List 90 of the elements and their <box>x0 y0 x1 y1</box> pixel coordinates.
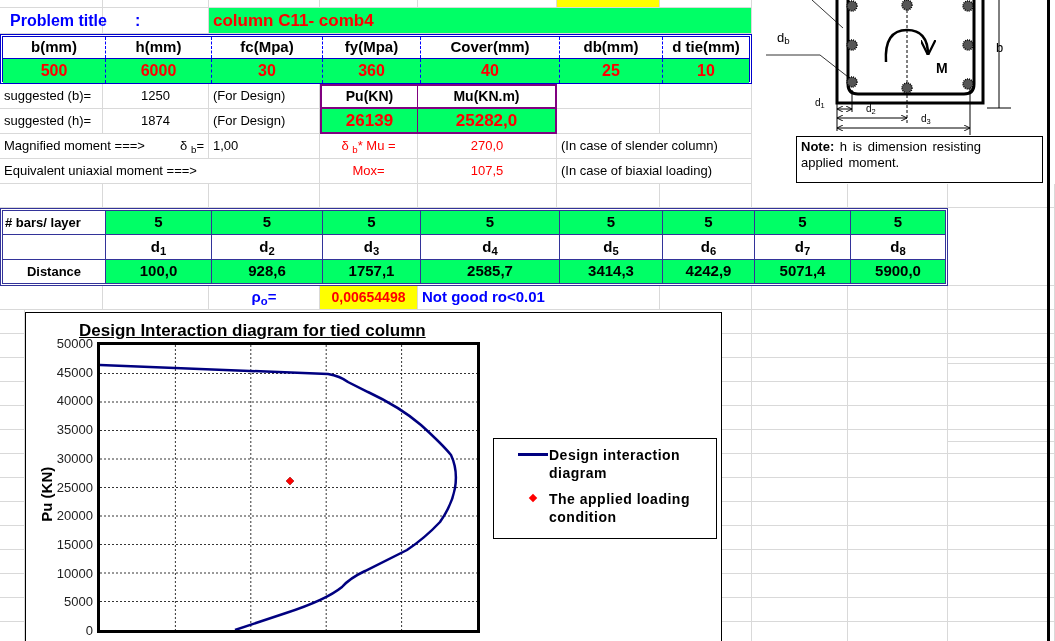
result-value: 25282,0 <box>455 109 518 132</box>
legend-label: The applied loading condition <box>549 490 691 526</box>
moment-label: M <box>936 61 948 75</box>
note-text: (For Design) <box>213 112 286 131</box>
row-label: Distance <box>26 262 82 281</box>
tick-label: 20000 <box>56 508 93 525</box>
suggested-value: 1250 <box>141 87 170 106</box>
colon-label: : <box>135 10 141 31</box>
distance-value: 100,0 <box>139 261 178 282</box>
distance-value: 4242,9 <box>685 261 732 282</box>
tick-label: 45000 <box>56 364 93 381</box>
dimension-label: d$_{1}$ <box>815 98 825 108</box>
depth-label: d$_{2}$ <box>259 236 275 259</box>
row-label: suggested (h)= <box>4 112 92 131</box>
note-text: Note: h is dimension resisting applied moment. <box>801 139 982 171</box>
depth-label: d$_{5}$ <box>603 236 619 259</box>
bar-count: 5 <box>704 212 713 233</box>
distance-value: 5071,4 <box>779 261 826 282</box>
distance-value: 928,6 <box>248 261 286 282</box>
formula-label: Mox= <box>352 162 385 181</box>
note-text: (In case of biaxial loading) <box>561 162 713 181</box>
depth-label: d$_{1}$ <box>150 236 167 259</box>
column-header: db(mm) <box>583 37 639 58</box>
input-value: 25 <box>602 61 620 81</box>
ratio-value: 0,00654498 <box>331 288 406 307</box>
input-value: 6000 <box>140 61 177 81</box>
legend-marker-icon <box>528 493 537 503</box>
legend-line-icon <box>517 452 548 456</box>
row-label: Equivalent uniaxial moment ===> <box>4 162 197 181</box>
bar-count: 5 <box>606 212 616 233</box>
tick-label: 35000 <box>56 422 93 439</box>
distance-value: 1757,1 <box>348 261 395 282</box>
suggested-value: 1874 <box>141 112 170 131</box>
input-value: 40 <box>481 61 499 81</box>
column-header: b(mm) <box>31 37 77 58</box>
row-label: # bars/ layer <box>5 213 81 232</box>
bar-count: 5 <box>485 212 495 233</box>
tick-label: 40000 <box>56 393 93 410</box>
input-value: 30 <box>258 61 276 81</box>
tick-label: 25000 <box>56 479 93 496</box>
bar-count: 5 <box>798 212 807 233</box>
tick-label: 5000 <box>64 594 93 611</box>
column-header: Cover(mm) <box>450 37 530 58</box>
tick-label: 15000 <box>56 536 93 553</box>
row-label: Magnified moment ===> <box>4 137 145 156</box>
problem-title-value: column C11- comb4 <box>213 9 374 32</box>
distance-value: 2585,7 <box>467 261 513 282</box>
result-value: 26139 <box>345 109 394 132</box>
legend-label: Design interaction diagram <box>549 446 682 482</box>
bar-count: 5 <box>367 212 376 233</box>
column-header: Mu(KN.m) <box>453 87 520 106</box>
depth-label: d$_{7}$ <box>794 236 811 259</box>
axis-label: Pu (KN) <box>36 465 56 524</box>
ratio-verdict: Not good ro<0.01 <box>422 287 545 308</box>
depth-label: d$_{8}$ <box>890 236 906 259</box>
column-header: fc(Mpa) <box>240 37 294 58</box>
factor-value: 1,00 <box>213 137 239 156</box>
tick-label: 0 <box>85 623 93 639</box>
dimension-label: d$_{2}$ <box>866 104 876 114</box>
moment-value: 107,5 <box>470 162 504 181</box>
tick-label: 30000 <box>56 450 93 467</box>
depth-label: d$_{6}$ <box>700 236 717 259</box>
distance-value: 3414,3 <box>588 261 634 282</box>
ratio-label: ρ$_{o}$= <box>251 287 277 309</box>
moment-value: 270,0 <box>470 137 504 156</box>
column-header: h(mm) <box>135 37 182 58</box>
input-value: 10 <box>697 61 715 81</box>
column-header: fy(Mpa) <box>344 37 399 58</box>
field-label: Problem title <box>10 10 107 31</box>
input-value: 500 <box>40 61 68 81</box>
bar-count: 5 <box>262 212 272 233</box>
distance-value: 5900,0 <box>875 261 921 282</box>
depth-label: d$_{3}$ <box>363 236 380 259</box>
note-text: (In case of slender column) <box>561 137 718 156</box>
column-header: Pu(KN) <box>345 87 394 106</box>
data-point-marker <box>285 476 295 486</box>
note-text: (For Design) <box>213 87 286 106</box>
tick-label: 10000 <box>56 565 93 582</box>
dimension-label: b <box>996 41 1004 54</box>
formula-label: δ $_{b}$* Mu = <box>341 137 396 156</box>
symbol-label: δ $_{b}$= <box>180 137 204 156</box>
dimension-label: d$_{b}$ <box>777 31 790 44</box>
depth-label: d$_{4}$ <box>482 236 498 259</box>
bar-count: 5 <box>893 212 903 233</box>
bar-count: 5 <box>154 212 163 233</box>
row-label: suggested (b)= <box>4 87 92 106</box>
column-header: d tie(mm) <box>672 37 740 58</box>
tick-label: 50000 <box>56 336 93 352</box>
dimension-label: d$_{3}$ <box>921 114 931 124</box>
input-value: 360 <box>358 61 385 81</box>
